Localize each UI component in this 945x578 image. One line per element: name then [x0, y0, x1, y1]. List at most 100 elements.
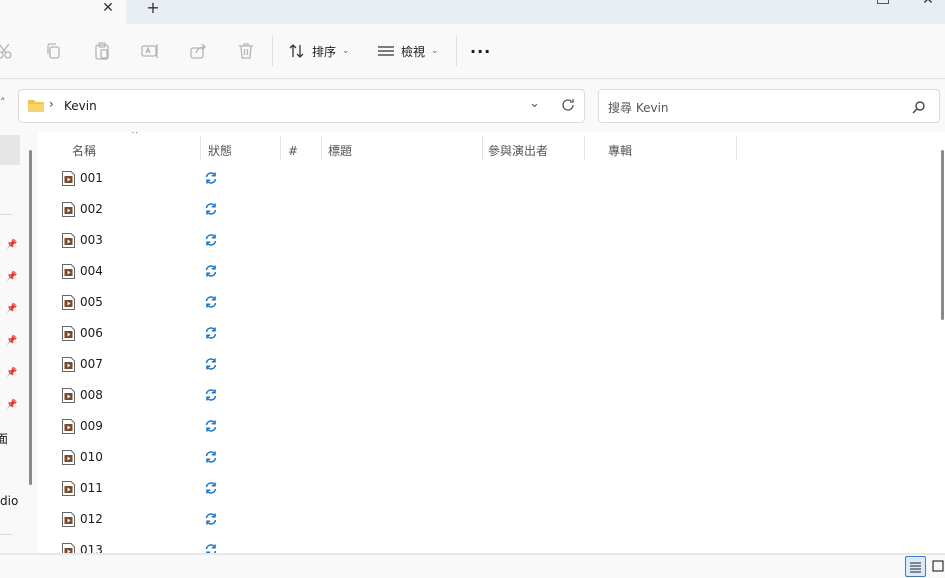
column-status-header[interactable]: 狀態 [208, 140, 232, 162]
tab-strip: ✕ + ✕ [0, 0, 945, 24]
address-row: ˄ › Kevin ⌄ 搜尋 Kevin [0, 80, 945, 132]
sync-icon [204, 388, 218, 402]
file-row[interactable]: 004 [38, 256, 918, 287]
file-row[interactable]: 002 [38, 194, 918, 225]
file-name: 004 [80, 264, 103, 278]
column-track-number-header[interactable]: # [288, 140, 298, 162]
pin-icon: 📌 [6, 304, 18, 314]
breadcrumb-kevin[interactable]: Kevin [64, 99, 97, 113]
file-list: ^ 名稱 狀態 # 標題 參與演出者 專輯 001 002 003 004 005 006 007 00… [38, 132, 945, 553]
file-name: 005 [80, 295, 103, 309]
paste-icon[interactable] [92, 41, 112, 61]
close-tab-icon[interactable]: ✕ [100, 0, 116, 18]
file-name: 010 [80, 450, 103, 464]
file-row[interactable]: 006 [38, 318, 918, 349]
audio-file-icon [62, 543, 75, 553]
details-view-icon [910, 562, 921, 573]
view-button[interactable]: 檢視 ⌄ [377, 40, 439, 62]
audio-file-icon [62, 357, 75, 372]
sync-icon [204, 512, 218, 526]
audio-file-icon [62, 388, 75, 403]
sync-icon [204, 419, 218, 433]
sync-icon [204, 171, 218, 185]
restore-window-icon[interactable] [877, 0, 889, 4]
details-view-button[interactable] [905, 556, 926, 577]
nav-item-audio[interactable]: dio [0, 494, 18, 508]
audio-file-icon [62, 264, 75, 279]
search-icon[interactable] [912, 100, 926, 114]
refresh-icon[interactable] [560, 97, 576, 113]
more-icon: ··· [470, 41, 492, 61]
new-tab-button[interactable]: + [145, 0, 161, 18]
audio-file-icon [62, 419, 75, 434]
sort-ascending-icon: ^ [131, 132, 139, 140]
nav-scrollbar[interactable] [29, 150, 32, 485]
nav-selected-item[interactable] [0, 135, 20, 165]
column-album-header[interactable]: 專輯 [608, 140, 632, 162]
view-label: 檢視 [401, 44, 426, 59]
sort-button[interactable]: 排序 ⌄ [288, 40, 350, 62]
rename-icon[interactable] [140, 41, 160, 61]
file-row[interactable]: 013 [38, 535, 918, 553]
column-divider[interactable] [584, 136, 585, 160]
audio-file-icon [62, 202, 75, 217]
file-name: 011 [80, 481, 103, 495]
sync-icon [204, 543, 218, 553]
file-row[interactable]: 005 [38, 287, 918, 318]
file-row[interactable]: 007 [38, 349, 918, 380]
file-row[interactable]: 001 [38, 163, 918, 194]
delete-icon[interactable] [236, 41, 256, 61]
content-scrollbar[interactable] [941, 150, 944, 320]
column-name-header[interactable]: 名稱 [72, 140, 96, 162]
sync-icon [204, 202, 218, 216]
audio-file-icon [62, 450, 75, 465]
search-box[interactable]: 搜尋 Kevin [598, 89, 940, 123]
column-title-header[interactable]: 標題 [328, 140, 352, 162]
tiles-view-button[interactable] [930, 556, 945, 577]
pin-icon: 📌 [6, 240, 18, 250]
sync-icon [204, 295, 218, 309]
pin-icon: 📌 [6, 400, 18, 410]
cut-icon[interactable] [0, 41, 14, 61]
copy-icon[interactable] [44, 41, 64, 61]
close-window-icon[interactable]: ✕ [920, 0, 936, 7]
file-row[interactable]: 008 [38, 380, 918, 411]
audio-file-icon [62, 171, 75, 186]
sync-icon [204, 357, 218, 371]
up-arrow-icon[interactable]: ˄ [0, 96, 6, 109]
tab-kevin[interactable]: ✕ [0, 0, 126, 24]
chevron-down-icon: ⌄ [342, 46, 350, 56]
tiles-view-icon [932, 560, 944, 572]
column-divider[interactable] [736, 136, 737, 160]
sort-label: 排序 [312, 44, 337, 59]
audio-file-icon [62, 326, 75, 341]
share-icon[interactable] [188, 41, 208, 61]
more-options-button[interactable]: ··· [470, 40, 491, 62]
file-name: 006 [80, 326, 103, 340]
column-divider[interactable] [321, 136, 322, 160]
column-divider[interactable] [482, 136, 483, 160]
nav-item-desktop[interactable]: 面 [0, 430, 8, 447]
column-divider[interactable] [200, 136, 201, 160]
file-row[interactable]: 010 [38, 442, 918, 473]
file-name: 013 [80, 543, 103, 553]
file-name: 002 [80, 202, 103, 216]
chevron-down-icon[interactable]: ⌄ [529, 96, 540, 111]
sort-icon [289, 44, 304, 58]
file-name: 008 [80, 388, 103, 402]
file-row[interactable]: 011 [38, 473, 918, 504]
address-bar[interactable]: › Kevin ⌄ [18, 89, 585, 123]
audio-file-icon [62, 295, 75, 310]
sync-icon [204, 233, 218, 247]
file-row[interactable]: 012 [38, 504, 918, 535]
file-name: 003 [80, 233, 103, 247]
sync-icon [204, 450, 218, 464]
file-row[interactable]: 003 [38, 225, 918, 256]
file-row[interactable]: 009 [38, 411, 918, 442]
column-contributing-artists-header[interactable]: 參與演出者 [488, 140, 548, 162]
search-input[interactable]: 搜尋 Kevin [608, 99, 669, 116]
pin-icon: 📌 [6, 272, 18, 282]
navigation-pane: 📌 📌 📌 📌 📌 📌 面 dio [0, 132, 38, 553]
command-bar: 排序 ⌄ 檢視 ⌄ ··· [0, 24, 945, 79]
column-divider[interactable] [280, 136, 281, 160]
